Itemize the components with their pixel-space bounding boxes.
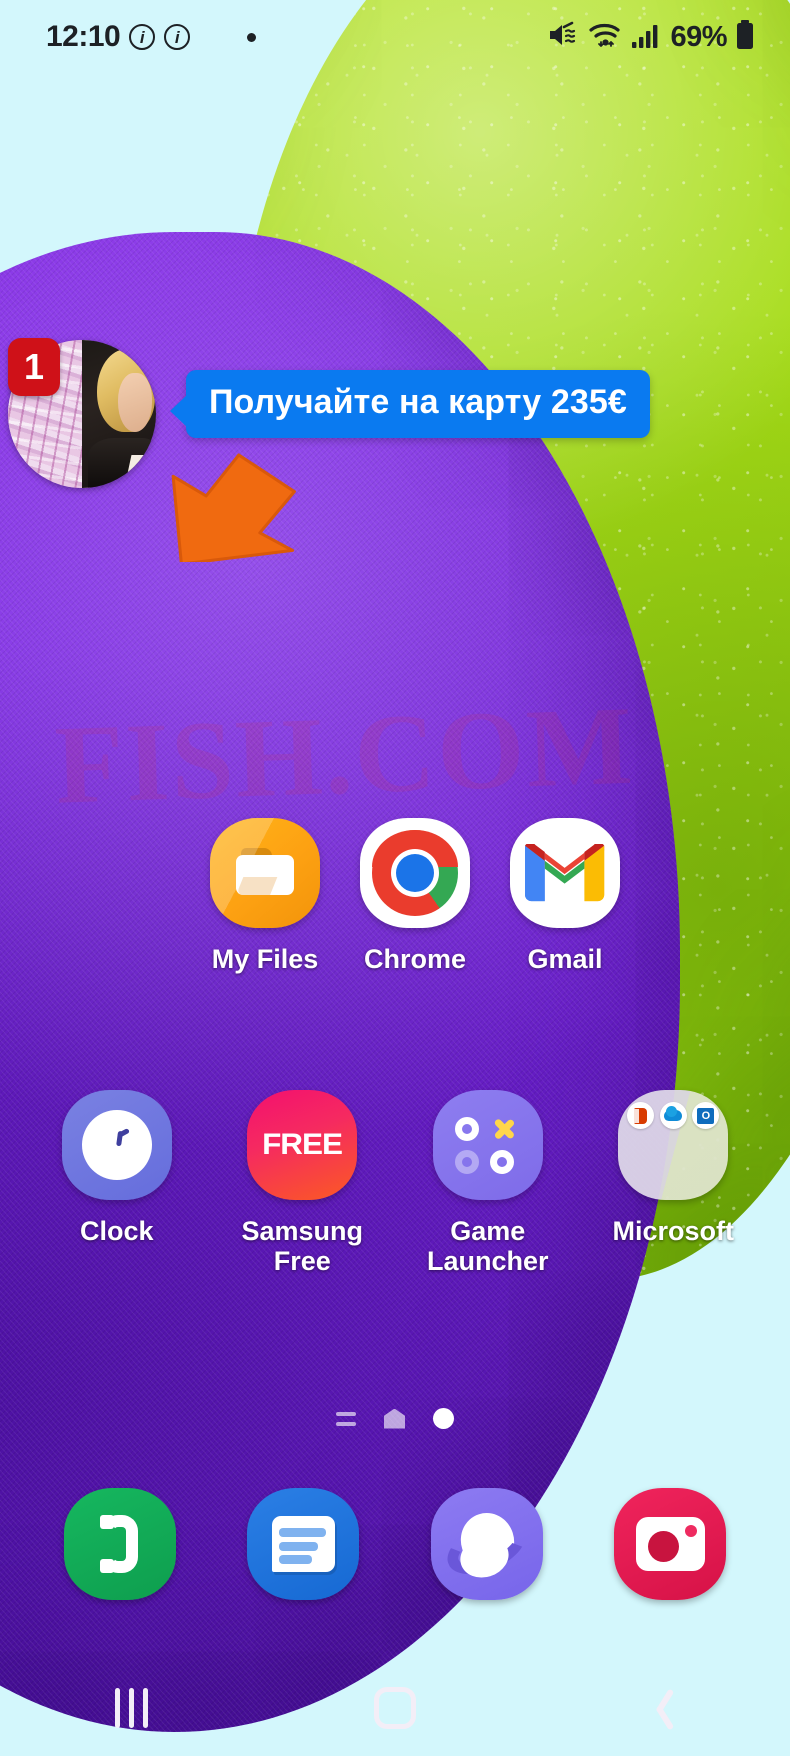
nav-home-button[interactable] [263, 1687, 526, 1729]
home-icon [373, 1687, 416, 1729]
app-label: Clock [79, 1216, 154, 1247]
nav-recents-button[interactable] [0, 1688, 263, 1728]
navigation-bar [0, 1660, 790, 1756]
nav-back-button[interactable] [527, 1686, 790, 1730]
clock-face [81, 1110, 152, 1181]
phone-icon[interactable] [63, 1488, 176, 1600]
gmail-m-glyph [525, 844, 605, 902]
dock-item-phone[interactable] [28, 1488, 212, 1600]
messages-icon[interactable] [247, 1488, 360, 1600]
phone-screen: FISH.COM 12:10 i i 69% 1 Получайте на ка… [0, 0, 790, 1756]
icon-gloss [210, 818, 320, 928]
folder-preview-row [627, 1102, 720, 1130]
app-item-my-files[interactable]: My Files [190, 818, 340, 974]
onedrive-icon [659, 1102, 687, 1130]
app-item-gmail[interactable]: Gmail [490, 818, 640, 974]
camera-icon[interactable] [614, 1488, 727, 1600]
info-circle-icon: i [164, 24, 191, 50]
game-launcher-icon[interactable] [432, 1090, 543, 1201]
my-files-icon[interactable] [210, 818, 320, 928]
orange-pointer-arrow-icon [168, 452, 302, 566]
app-item-game-launcher[interactable]: Game Launcher [395, 1090, 581, 1276]
outlook-icon [692, 1102, 720, 1130]
wifi-icon [588, 20, 624, 55]
status-bar-right: 69% [547, 19, 756, 56]
notification-bubble-text: Получайте на карту 235€ [209, 383, 627, 421]
office-icon [627, 1102, 655, 1130]
app-label: Gmail [527, 944, 603, 974]
battery-icon [734, 19, 756, 56]
game-x-mark [488, 1117, 517, 1141]
app-label: My Files [211, 944, 319, 974]
back-chevron-icon [643, 1686, 673, 1730]
dock-item-messages[interactable] [212, 1488, 396, 1600]
app-label: Microsoft [612, 1216, 735, 1247]
app-label: Game Launcher [426, 1216, 549, 1277]
dock-item-samsung-internet[interactable] [395, 1488, 579, 1600]
cellular-signal-icon [631, 20, 663, 55]
app-item-chrome[interactable]: Chrome [340, 818, 490, 974]
status-bar-left: 12:10 i i [46, 20, 257, 54]
info-circle-icon: i [129, 24, 156, 50]
app-item-clock[interactable]: Clock [24, 1090, 210, 1276]
app-grid: My Files Chrome Gmail Clock FREE Samsung… [0, 818, 790, 1291]
app-label: Samsung Free [241, 1216, 364, 1277]
notification-badge-count: 1 [8, 338, 60, 396]
page-indicator [0, 1408, 790, 1429]
samsung-free-icon[interactable]: FREE [247, 1090, 358, 1201]
wallpaper-watermark: FISH.COM [53, 683, 637, 828]
home-page-icon[interactable] [384, 1408, 405, 1429]
microsoft-folder-icon[interactable] [618, 1090, 729, 1201]
battery-percent-label: 69% [670, 20, 727, 53]
page-dot-active[interactable] [433, 1408, 454, 1429]
status-bar[interactable]: 12:10 i i 69% [0, 0, 790, 74]
chrome-icon[interactable] [360, 818, 470, 928]
notification-bubble-message[interactable]: Получайте на карту 235€ [170, 370, 650, 438]
message-bubble-glyph [271, 1516, 335, 1572]
notification-dot-icon [247, 32, 257, 42]
clock-minute-hand [117, 1128, 130, 1139]
dock-item-camera[interactable] [579, 1488, 763, 1600]
game-circle-3 [489, 1149, 515, 1174]
apps-list-icon[interactable] [336, 1411, 356, 1426]
phone-handset-glyph [99, 1514, 138, 1574]
game-circle-2 [454, 1149, 479, 1174]
samsung-free-wordmark: FREE [262, 1128, 343, 1162]
camera-lens-glyph [647, 1530, 680, 1562]
game-circle-1 [454, 1116, 479, 1141]
avatar-person [82, 340, 156, 488]
app-item-microsoft-folder[interactable]: Microsoft [581, 1090, 767, 1276]
dock [0, 1488, 790, 1600]
app-row: My Files Chrome Gmail [0, 818, 790, 974]
gmail-icon[interactable] [510, 818, 620, 928]
bubble-tail [170, 394, 188, 428]
sound-mute-vibrate-icon [547, 20, 581, 55]
app-item-samsung-free[interactable]: FREE Samsung Free [210, 1090, 396, 1276]
samsung-internet-icon[interactable] [430, 1488, 543, 1600]
recents-icon [115, 1688, 149, 1728]
status-bar-clock: 12:10 [46, 20, 121, 53]
avatar-face [117, 372, 152, 432]
clock-icon[interactable] [61, 1090, 172, 1201]
app-row: Clock FREE Samsung Free Game Launcher O … [0, 1090, 790, 1276]
app-label: Chrome [363, 944, 466, 974]
